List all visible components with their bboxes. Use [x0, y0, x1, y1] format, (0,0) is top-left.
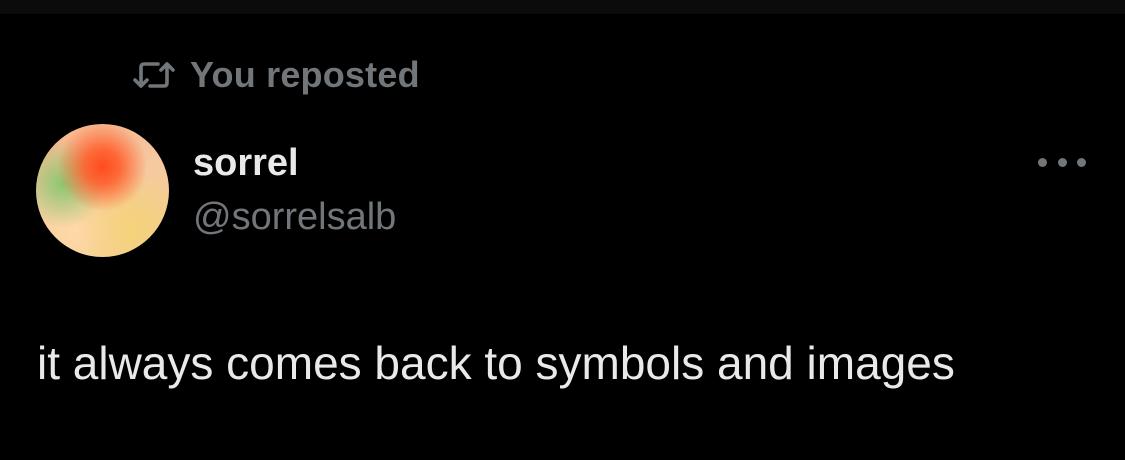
repost-indicator[interactable]: You reposted [132, 52, 420, 98]
post-card[interactable]: You reposted sorrel @sorrelsalb it alway… [0, 0, 1125, 460]
author-handle[interactable]: @sorrelsalb [193, 196, 396, 239]
author-display-name[interactable]: sorrel [193, 142, 299, 185]
more-horizontal-icon [1057, 157, 1067, 167]
more-options-button[interactable] [1038, 148, 1086, 176]
more-horizontal-icon [1038, 157, 1047, 167]
post-text: it always comes back to symbols and imag… [37, 337, 955, 389]
avatar[interactable] [36, 124, 169, 257]
repost-icon [133, 62, 175, 88]
more-horizontal-icon [1077, 157, 1086, 167]
repost-label: You reposted [190, 54, 420, 95]
